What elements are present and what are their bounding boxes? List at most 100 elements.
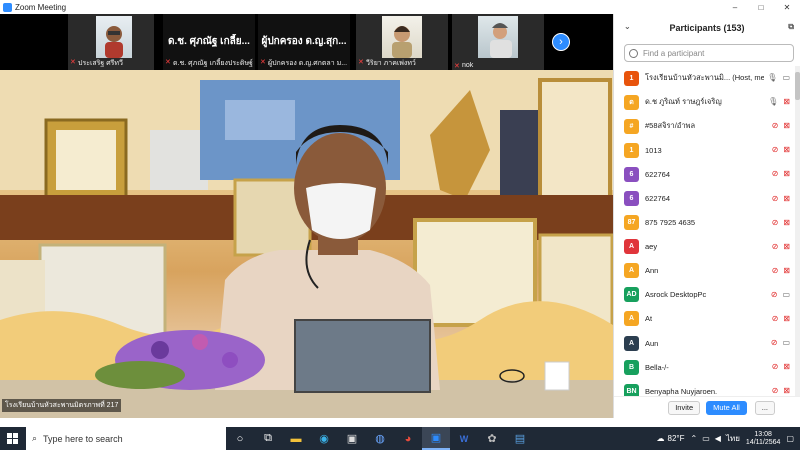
- video-off-icon[interactable]: ⊠: [783, 314, 790, 324]
- participant-row[interactable]: BN Benyapha Nuyjaroen. ⊘ ⊠: [614, 379, 794, 396]
- participant-status-icons: ⊘ ⊠: [764, 386, 794, 396]
- file-explorer-icon[interactable]: ▬: [282, 427, 310, 450]
- cortana-icon[interactable]: ○: [226, 427, 254, 450]
- word-icon[interactable]: W: [450, 427, 478, 450]
- popout-icon[interactable]: ⧉: [788, 22, 794, 32]
- invite-button[interactable]: Invite: [668, 400, 701, 415]
- mic-muted-icon: ✕: [358, 59, 364, 66]
- minimize-button[interactable]: –: [722, 0, 748, 14]
- participant-row[interactable]: ด ด.ช ภูริณท์ ราษฎร์เจริญ 🎙︎ ⊠: [614, 90, 794, 114]
- more-button[interactable]: ...: [754, 400, 775, 415]
- avatar: 87: [624, 215, 639, 231]
- taskbar-search-input[interactable]: ⌕ Type here to search: [26, 427, 226, 450]
- video-off-icon[interactable]: ⊠: [783, 169, 790, 179]
- participant-row[interactable]: 1 โรงเรียนบ้านหัวสะพานมิ... (Host, me) 🎙︎ ▭: [614, 66, 794, 90]
- mic-muted-icon[interactable]: ⊘: [772, 362, 779, 372]
- video-tile[interactable]: ✕ nok: [452, 14, 544, 70]
- mic-muted-icon[interactable]: ⊘: [772, 242, 779, 252]
- participant-status-icons: ⊘ ⊠: [764, 314, 794, 324]
- chrome-icon[interactable]: ◕: [394, 427, 422, 450]
- participant-status-icons: ⊘ ▭: [764, 338, 794, 348]
- video-off-icon[interactable]: ⊠: [783, 97, 790, 107]
- mic-icon[interactable]: 🎙︎: [767, 73, 777, 83]
- mic-muted-icon[interactable]: ⊘: [771, 338, 778, 348]
- avatar: 1: [624, 70, 639, 86]
- participant-row[interactable]: A Aun ⊘ ▭: [614, 331, 794, 355]
- chevron-up-icon[interactable]: ⌃: [691, 434, 698, 443]
- start-button[interactable]: [0, 427, 26, 450]
- video-tile[interactable]: ✕ ประเสริฐ ศรีทวี: [68, 14, 154, 70]
- participant-row[interactable]: AD Asrock DesktopPc ⊘ ▭: [614, 283, 794, 307]
- video-icon[interactable]: ▭: [782, 290, 790, 300]
- participant-status-icons: ⊘ ⊠: [764, 121, 794, 131]
- weather-icon[interactable]: ☁: [657, 434, 665, 443]
- scrollbar-thumb[interactable]: [795, 72, 800, 100]
- mic-muted-icon[interactable]: ⊘: [772, 194, 779, 204]
- mic-muted-icon[interactable]: ⊘: [772, 386, 779, 396]
- participant-search-input[interactable]: Find a participant: [624, 44, 794, 62]
- participant-row[interactable]: 87 875 7925 4635 ⊘ ⊠: [614, 211, 794, 235]
- mic-muted-icon[interactable]: ⊘: [771, 290, 778, 300]
- app-icon[interactable]: ✿: [478, 427, 506, 450]
- taskbar-clock[interactable]: 13:08 14/11/2564: [746, 431, 781, 447]
- mute-all-button[interactable]: Mute All: [706, 400, 747, 415]
- edge-icon[interactable]: ◉: [310, 427, 338, 450]
- mic-muted-icon[interactable]: ⊘: [772, 169, 779, 179]
- maximize-button[interactable]: □: [748, 0, 774, 14]
- participant-row[interactable]: A At ⊘ ⊠: [614, 307, 794, 331]
- photos-icon[interactable]: ▤: [506, 427, 534, 450]
- mic-muted-icon[interactable]: ⊘: [772, 314, 779, 324]
- zoom-taskbar-icon[interactable]: ▣: [422, 427, 450, 450]
- task-view-icon[interactable]: ⧉: [254, 427, 282, 450]
- mic-muted-icon[interactable]: ⊘: [772, 218, 779, 228]
- participant-name: 1013: [645, 145, 662, 155]
- input-language[interactable]: ไทย: [726, 432, 740, 445]
- gallery-strip: ✕ ประเสริฐ ศรีทวี ด.ช. ศุภณัฐ เกลี้ย... ✕…: [0, 14, 613, 70]
- video-icon[interactable]: ▭: [782, 73, 790, 83]
- participant-row[interactable]: # #58สจิรา/อำพล ⊘ ⊠: [614, 114, 794, 138]
- weather-temp[interactable]: 82°F: [668, 434, 685, 443]
- store-icon[interactable]: ▣: [338, 427, 366, 450]
- video-off-icon[interactable]: ⊠: [783, 121, 790, 131]
- volume-icon[interactable]: ◀: [715, 434, 721, 443]
- video-tile[interactable]: ✕ วีริยา ภาคเพ่งทว์: [356, 14, 448, 70]
- avatar: A: [624, 311, 639, 327]
- video-off-icon[interactable]: ⊠: [783, 218, 790, 228]
- participant-status-icons: ⊘ ▭: [764, 290, 794, 300]
- avatar: #: [624, 118, 639, 134]
- video-off-icon[interactable]: ⊠: [783, 194, 790, 204]
- participant-name: Ann: [645, 266, 659, 276]
- gallery-next-button[interactable]: ›: [552, 33, 570, 51]
- browser-icon[interactable]: ◍: [366, 427, 394, 450]
- participants-footer: Invite Mute All ...: [614, 396, 800, 418]
- notifications-icon[interactable]: ▢: [786, 434, 794, 443]
- video-icon[interactable]: ▭: [782, 338, 790, 348]
- video-off-icon[interactable]: ⊠: [783, 266, 790, 276]
- participant-status-icons: ⊘ ⊠: [764, 266, 794, 276]
- avatar: A: [624, 239, 639, 255]
- mic-muted-icon: ✕: [454, 63, 460, 69]
- participant-row[interactable]: A Ann ⊘ ⊠: [614, 259, 794, 283]
- participant-row[interactable]: 6 622764 ⊘ ⊠: [614, 162, 794, 186]
- avatar: A: [624, 263, 639, 279]
- participant-row[interactable]: 6 622764 ⊘ ⊠: [614, 186, 794, 210]
- chevron-down-icon[interactable]: ⌄: [624, 22, 631, 31]
- mic-icon[interactable]: 🎙︎: [768, 97, 778, 107]
- video-tile[interactable]: ด.ช. ศุภณัฐ เกลี้ย... ✕ ด.ช. ศุภณัฐ เกลี้…: [163, 14, 255, 70]
- participant-row[interactable]: Aaey ⊘ ⊠: [614, 235, 794, 259]
- video-tile[interactable]: ผู้ปกครอง ด.ญ.สุก... ✕ ผู้ปกครอง ด.ญ.ศกตล…: [258, 14, 350, 70]
- participant-row[interactable]: B Bella-/- ⊘ ⊠: [614, 355, 794, 379]
- avatar: BN: [624, 383, 639, 396]
- video-off-icon[interactable]: ⊠: [783, 145, 790, 155]
- video-off-icon[interactable]: ⊠: [783, 362, 790, 372]
- network-icon[interactable]: ▭: [702, 434, 710, 443]
- mic-muted-icon[interactable]: ⊘: [772, 266, 779, 276]
- video-off-icon[interactable]: ⊠: [783, 386, 790, 396]
- video-off-icon[interactable]: ⊠: [783, 242, 790, 252]
- close-button[interactable]: ✕: [774, 0, 800, 14]
- mic-muted-icon[interactable]: ⊘: [772, 121, 779, 131]
- participant-row[interactable]: 1 1013 ⊘ ⊠: [614, 138, 794, 162]
- participant-name: 622764: [645, 169, 671, 179]
- participant-list-scrollbar[interactable]: [795, 66, 800, 396]
- mic-muted-icon[interactable]: ⊘: [772, 145, 779, 155]
